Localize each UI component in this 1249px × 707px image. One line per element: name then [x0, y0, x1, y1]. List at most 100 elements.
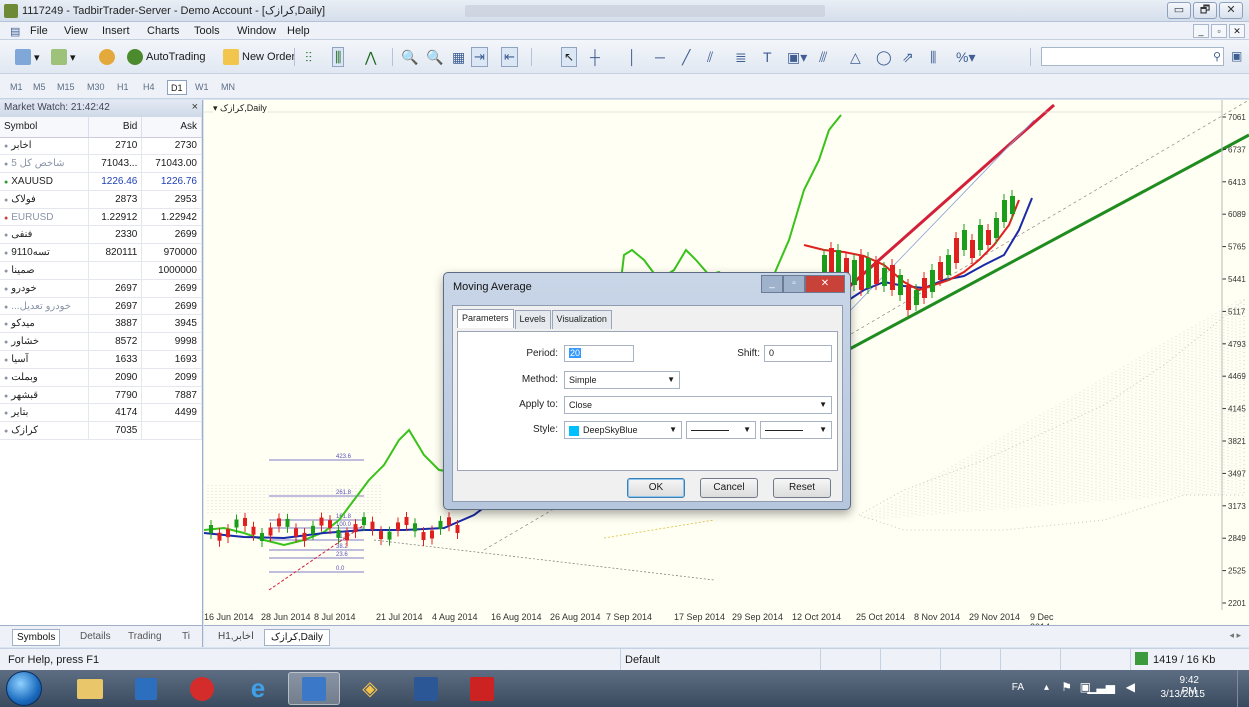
trendline-icon[interactable]: ╱ — [682, 49, 690, 66]
close-button[interactable]: ✕ — [1219, 2, 1243, 19]
signal-icon[interactable]: ▁▃▅ — [1087, 680, 1115, 694]
fibonacci-icon[interactable]: ≣ — [735, 49, 747, 66]
search-icon[interactable]: ⚲ — [1213, 50, 1221, 63]
candlestick-icon[interactable]: ⫼ — [332, 47, 345, 67]
ok-button[interactable]: OK — [627, 478, 685, 498]
period-input[interactable]: 20 — [564, 345, 634, 362]
auto-scroll-icon[interactable]: ⇥ — [471, 47, 488, 67]
zoom-out-icon[interactable]: 🔍 — [426, 49, 443, 66]
table-row[interactable]: ● کرازک 7035 — [0, 421, 202, 441]
timeframe-m15[interactable]: M15 — [54, 80, 78, 95]
table-row[interactable]: ● فولاک 2873 2953 — [0, 190, 202, 209]
navigator-icon[interactable] — [96, 47, 118, 67]
menu-charts[interactable]: Charts — [147, 25, 179, 37]
arrows-icon[interactable]: ⇗ — [902, 49, 914, 66]
method-select[interactable]: Simple ▼ — [564, 371, 680, 389]
chart-tab-karazak-daily[interactable]: کرازک,Daily — [264, 629, 330, 646]
doc-icon[interactable]: ▤ — [10, 25, 20, 38]
table-row[interactable]: ● اخابر 2710 2730 — [0, 137, 202, 156]
table-row[interactable]: ● قبشهر 7790 7887 — [0, 386, 202, 405]
tile-windows-icon[interactable]: ▦ — [452, 49, 465, 66]
timeframe-m30[interactable]: M30 — [84, 80, 108, 95]
style-color-select[interactable]: DeepSkyBlue ▼ — [564, 421, 682, 439]
column-header-bid[interactable]: Bid — [88, 117, 143, 138]
word-icon[interactable] — [400, 672, 452, 705]
line-width-select[interactable]: ▼ — [760, 421, 832, 439]
mdi-minimize-button[interactable]: _ — [1193, 24, 1209, 38]
timeframe-w1[interactable]: W1 — [192, 80, 212, 95]
clock-date[interactable]: 3/13/2015 — [1161, 689, 1206, 700]
vertical-line-icon[interactable]: │ — [628, 49, 637, 65]
indicators-icon[interactable]: ⫼ — [930, 49, 936, 66]
flag-icon[interactable]: ⚑ — [1061, 680, 1072, 694]
table-row[interactable]: ● فنفی 2330 2699 — [0, 225, 202, 245]
new-order-button[interactable]: New Order — [220, 47, 298, 67]
tray-arrow-icon[interactable]: ▴ — [1044, 682, 1049, 693]
dialog-minimize-button[interactable]: _ — [761, 275, 783, 293]
tab-parameters[interactable]: Parameters — [457, 309, 514, 328]
menu-insert[interactable]: Insert — [102, 25, 130, 37]
mdi-restore-button[interactable]: ▫ — [1211, 24, 1227, 38]
reset-button[interactable]: Reset — [773, 478, 831, 498]
search-input[interactable] — [1041, 47, 1224, 66]
network-app-icon[interactable]: ◈ — [344, 672, 396, 705]
tab-trading[interactable]: Trading — [124, 629, 166, 644]
menu-help[interactable]: Help — [287, 25, 310, 37]
chart-tab-akhaber-h1[interactable]: H1,اخابر — [212, 629, 260, 644]
mdi-close-button[interactable]: ✕ — [1229, 24, 1245, 38]
channel-icon[interactable]: ⫽ — [707, 49, 713, 66]
new-chart-button[interactable]: ▾ — [12, 47, 43, 67]
cancel-button[interactable]: Cancel — [700, 478, 758, 498]
column-header-ask[interactable]: Ask — [141, 117, 202, 138]
line-style-select[interactable]: ▼ — [686, 421, 756, 439]
minimize-button[interactable]: ▭ — [1167, 2, 1191, 19]
column-header-symbol[interactable]: Symbol — [0, 117, 90, 138]
media-player-icon[interactable] — [120, 672, 172, 705]
dialog-close-button[interactable]: ✕ — [805, 275, 845, 293]
ellipse-icon[interactable]: ◯ — [876, 49, 892, 66]
language-indicator[interactable]: FA — [1012, 682, 1024, 693]
shift-input[interactable]: 0 — [764, 345, 832, 362]
tab-ticks[interactable]: Ti — [178, 629, 194, 644]
tab-levels[interactable]: Levels — [514, 310, 551, 329]
bar-chart-icon[interactable]: ⫶⫶ — [302, 47, 315, 67]
table-row[interactable]: ● XAUUSD 1226.46 1226.76 — [0, 172, 202, 191]
line-chart-icon[interactable]: ⋀ — [362, 47, 379, 67]
tab-symbols[interactable]: Symbols — [12, 629, 61, 646]
triangle-icon[interactable]: △ — [850, 49, 861, 66]
table-row[interactable]: ● EURUSD 1.22912 1.22942 — [0, 208, 202, 227]
text-icon[interactable]: T — [763, 49, 772, 65]
autotrading-button[interactable]: AutoTrading — [124, 47, 209, 67]
menu-view[interactable]: View — [64, 25, 88, 37]
start-button[interactable] — [6, 671, 42, 706]
table-row[interactable]: ● ...خودرو تعدیل 2697 2699 — [0, 297, 202, 316]
timeframe-m5[interactable]: M5 — [30, 80, 49, 95]
tab-details[interactable]: Details — [76, 629, 115, 644]
menu-file[interactable]: File — [30, 25, 48, 37]
chart-shift-icon[interactable]: ⇤ — [501, 47, 518, 67]
table-row[interactable]: ● وبملت 2090 2099 — [0, 368, 202, 387]
table-row[interactable]: ● میدکو 3887 3945 — [0, 314, 202, 334]
community-icon[interactable]: ▣ — [1231, 49, 1242, 63]
crosshair-icon[interactable]: ┼ — [590, 49, 600, 65]
table-row[interactable]: ● شاخص کل 5 71043... 71043.00 — [0, 154, 202, 174]
pdf-reader-icon[interactable] — [456, 672, 508, 705]
table-row[interactable]: ● بتایر 4174 4499 — [0, 403, 202, 423]
timeframe-d1[interactable]: D1 — [167, 80, 187, 95]
zoom-in-icon[interactable]: 🔍 — [401, 49, 418, 66]
menu-tools[interactable]: Tools — [194, 25, 220, 37]
restore-button[interactable]: 🗗 — [1193, 2, 1217, 19]
close-icon[interactable]: × — [192, 101, 198, 113]
trader-app-icon[interactable] — [288, 672, 340, 705]
opera-icon[interactable] — [176, 672, 228, 705]
percent-icon[interactable]: %▾ — [956, 49, 975, 66]
show-desktop-button[interactable] — [1237, 670, 1249, 707]
table-row[interactable]: ● 9110تسه 820111 970000 — [0, 243, 202, 263]
cursor-icon[interactable]: ↖ — [561, 47, 578, 67]
dialog-maximize-button[interactable]: ▫ — [783, 275, 805, 293]
apply-to-select[interactable]: Close ▼ — [564, 396, 832, 414]
tab-visualization[interactable]: Visualization — [551, 310, 612, 329]
gann-icon[interactable]: ⫻ — [819, 49, 827, 66]
volume-icon[interactable]: ◀ — [1126, 680, 1135, 694]
timeframe-h1[interactable]: H1 — [114, 80, 132, 95]
